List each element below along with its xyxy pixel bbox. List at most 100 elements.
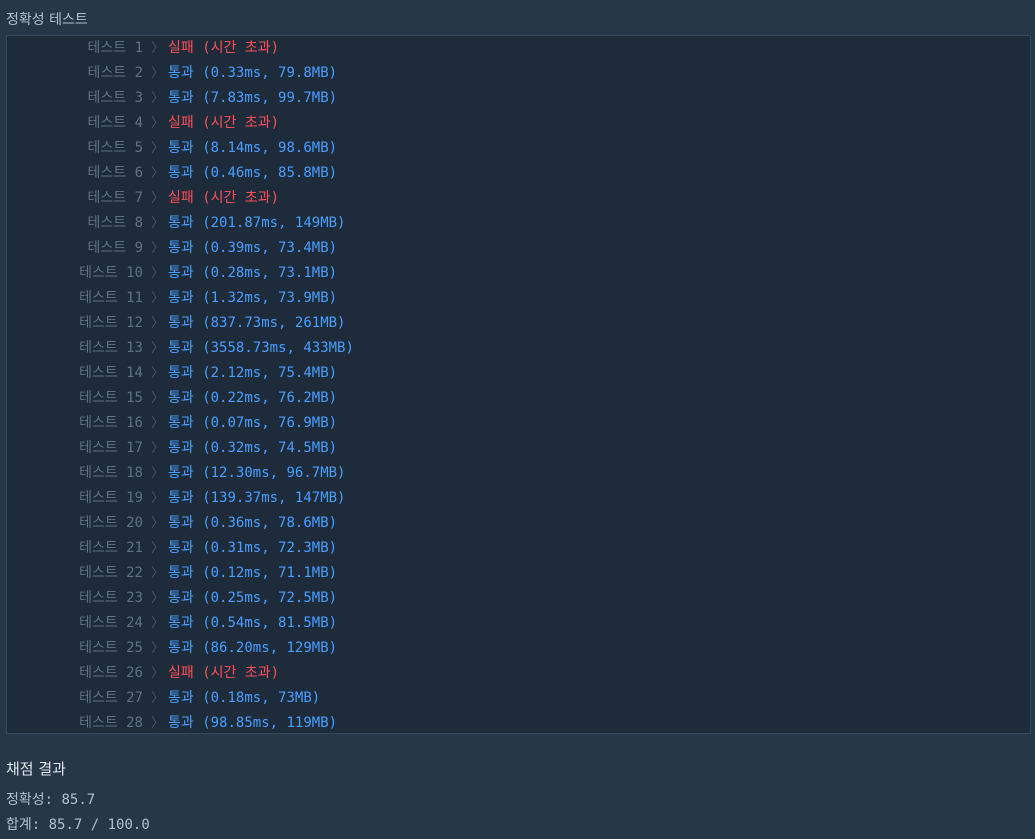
chevron-right-icon: 〉 (151, 266, 165, 281)
test-result-fail: 실패 (시간 초과) (168, 190, 279, 206)
test-label: 테스트 24 (79, 615, 143, 631)
test-result-pass: 통과 (0.39ms, 73.4MB) (168, 240, 338, 256)
test-label: 테스트 13 (79, 340, 143, 356)
test-result-pass: 통과 (0.28ms, 73.1MB) (168, 265, 338, 281)
chevron-right-icon: 〉 (151, 116, 165, 131)
test-label: 테스트 7 (87, 190, 144, 206)
test-result-pass: 통과 (139.37ms, 147MB) (168, 490, 346, 506)
test-row: 테스트 12 〉 통과 (837.73ms, 261MB) (7, 311, 1030, 336)
test-label: 테스트 10 (79, 265, 143, 281)
test-label: 테스트 19 (79, 490, 143, 506)
test-result-pass: 통과 (0.25ms, 72.5MB) (168, 590, 338, 606)
chevron-right-icon: 〉 (151, 41, 165, 56)
test-row: 테스트 13 〉 통과 (3558.73ms, 433MB) (7, 336, 1030, 361)
test-label: 테스트 9 (87, 240, 144, 256)
chevron-right-icon: 〉 (151, 666, 165, 681)
test-row: 테스트 20 〉 통과 (0.36ms, 78.6MB) (7, 511, 1030, 536)
chevron-right-icon: 〉 (151, 391, 165, 406)
test-label: 테스트 1 (87, 40, 144, 56)
test-result-pass: 통과 (1.32ms, 73.9MB) (168, 290, 338, 306)
chevron-right-icon: 〉 (151, 91, 165, 106)
test-label: 테스트 2 (87, 65, 144, 81)
test-result-fail: 실패 (시간 초과) (168, 40, 279, 56)
test-row: 테스트 26 〉 실패 (시간 초과) (7, 661, 1030, 686)
test-row: 테스트 19 〉 통과 (139.37ms, 147MB) (7, 486, 1030, 511)
chevron-right-icon: 〉 (151, 191, 165, 206)
chevron-right-icon: 〉 (151, 516, 165, 531)
test-result-fail: 실패 (시간 초과) (168, 115, 279, 131)
test-label: 테스트 12 (79, 315, 143, 331)
test-label: 테스트 4 (87, 115, 144, 131)
test-result-pass: 통과 (0.07ms, 76.9MB) (168, 415, 338, 431)
chevron-right-icon: 〉 (151, 216, 165, 231)
test-row: 테스트 7 〉 실패 (시간 초과) (7, 186, 1030, 211)
test-result-pass: 통과 (0.46ms, 85.8MB) (168, 165, 338, 181)
test-result-pass: 통과 (2.12ms, 75.4MB) (168, 365, 338, 381)
test-label: 테스트 11 (79, 290, 143, 306)
test-result-pass: 통과 (0.22ms, 76.2MB) (168, 390, 338, 406)
chevron-right-icon: 〉 (151, 566, 165, 581)
test-result-pass: 통과 (8.14ms, 98.6MB) (168, 140, 338, 156)
chevron-right-icon: 〉 (151, 241, 165, 256)
test-label: 테스트 27 (79, 690, 143, 706)
test-row: 테스트 18 〉 통과 (12.30ms, 96.7MB) (7, 461, 1030, 486)
chevron-right-icon: 〉 (151, 466, 165, 481)
total-score: 합계: 85.7 / 100.0 (6, 817, 150, 833)
chevron-right-icon: 〉 (151, 341, 165, 356)
test-row: 테스트 9 〉 통과 (0.39ms, 73.4MB) (7, 236, 1030, 261)
chevron-right-icon: 〉 (151, 316, 165, 331)
test-result-pass: 통과 (0.32ms, 74.5MB) (168, 440, 338, 456)
test-label: 테스트 16 (79, 415, 143, 431)
chevron-right-icon: 〉 (151, 166, 165, 181)
test-row: 테스트 28 〉 통과 (98.85ms, 119MB) (7, 711, 1030, 736)
test-result-pass: 통과 (3558.73ms, 433MB) (168, 340, 354, 356)
test-label: 테스트 14 (79, 365, 143, 381)
chevron-right-icon: 〉 (151, 691, 165, 706)
test-label: 테스트 23 (79, 590, 143, 606)
chevron-right-icon: 〉 (151, 291, 165, 306)
test-result-pass: 통과 (12.30ms, 96.7MB) (168, 465, 346, 481)
test-result-pass: 통과 (0.12ms, 71.1MB) (168, 565, 338, 581)
test-result-fail: 실패 (시간 초과) (168, 665, 279, 681)
test-row: 테스트 5 〉 통과 (8.14ms, 98.6MB) (7, 136, 1030, 161)
chevron-right-icon: 〉 (151, 616, 165, 631)
test-label: 테스트 5 (87, 140, 144, 156)
test-label: 테스트 22 (79, 565, 143, 581)
test-label: 테스트 26 (79, 665, 143, 681)
chevron-right-icon: 〉 (151, 541, 165, 556)
test-row: 테스트 23 〉 통과 (0.25ms, 72.5MB) (7, 586, 1030, 611)
chevron-right-icon: 〉 (151, 716, 165, 731)
test-label: 테스트 6 (87, 165, 144, 181)
test-label: 테스트 3 (87, 90, 144, 106)
test-result-pass: 통과 (0.33ms, 79.8MB) (168, 65, 338, 81)
test-row: 테스트 1 〉 실패 (시간 초과) (7, 36, 1030, 61)
test-row: 테스트 22 〉 통과 (0.12ms, 71.1MB) (7, 561, 1030, 586)
test-result-pass: 통과 (0.54ms, 81.5MB) (168, 615, 338, 631)
test-label: 테스트 18 (79, 465, 143, 481)
test-row: 테스트 25 〉 통과 (86.20ms, 129MB) (7, 636, 1030, 661)
chevron-right-icon: 〉 (151, 416, 165, 431)
test-row: 테스트 21 〉 통과 (0.31ms, 72.3MB) (7, 536, 1030, 561)
section-title: 정확성 테스트 (6, 12, 88, 28)
chevron-right-icon: 〉 (151, 641, 165, 656)
test-row: 테스트 8 〉 통과 (201.87ms, 149MB) (7, 211, 1030, 236)
test-row: 테스트 16 〉 통과 (0.07ms, 76.9MB) (7, 411, 1030, 436)
test-row: 테스트 11 〉 통과 (1.32ms, 73.9MB) (7, 286, 1030, 311)
test-result-pass: 통과 (98.85ms, 119MB) (168, 715, 338, 731)
test-result-pass: 통과 (0.31ms, 72.3MB) (168, 540, 338, 556)
test-label: 테스트 21 (79, 540, 143, 556)
test-row: 테스트 4 〉 실패 (시간 초과) (7, 111, 1030, 136)
test-label: 테스트 8 (87, 215, 144, 231)
test-row: 테스트 6 〉 통과 (0.46ms, 85.8MB) (7, 161, 1030, 186)
test-result-pass: 통과 (86.20ms, 129MB) (168, 640, 338, 656)
chevron-right-icon: 〉 (151, 441, 165, 456)
test-row: 테스트 10 〉 통과 (0.28ms, 73.1MB) (7, 261, 1030, 286)
accuracy-score: 정확성: 85.7 (6, 792, 96, 808)
test-row: 테스트 2 〉 통과 (0.33ms, 79.8MB) (7, 61, 1030, 86)
test-label: 테스트 20 (79, 515, 143, 531)
test-row: 테스트 15 〉 통과 (0.22ms, 76.2MB) (7, 386, 1030, 411)
chevron-right-icon: 〉 (151, 591, 165, 606)
test-label: 테스트 28 (79, 715, 143, 731)
test-row: 테스트 24 〉 통과 (0.54ms, 81.5MB) (7, 611, 1030, 636)
chevron-right-icon: 〉 (151, 491, 165, 506)
